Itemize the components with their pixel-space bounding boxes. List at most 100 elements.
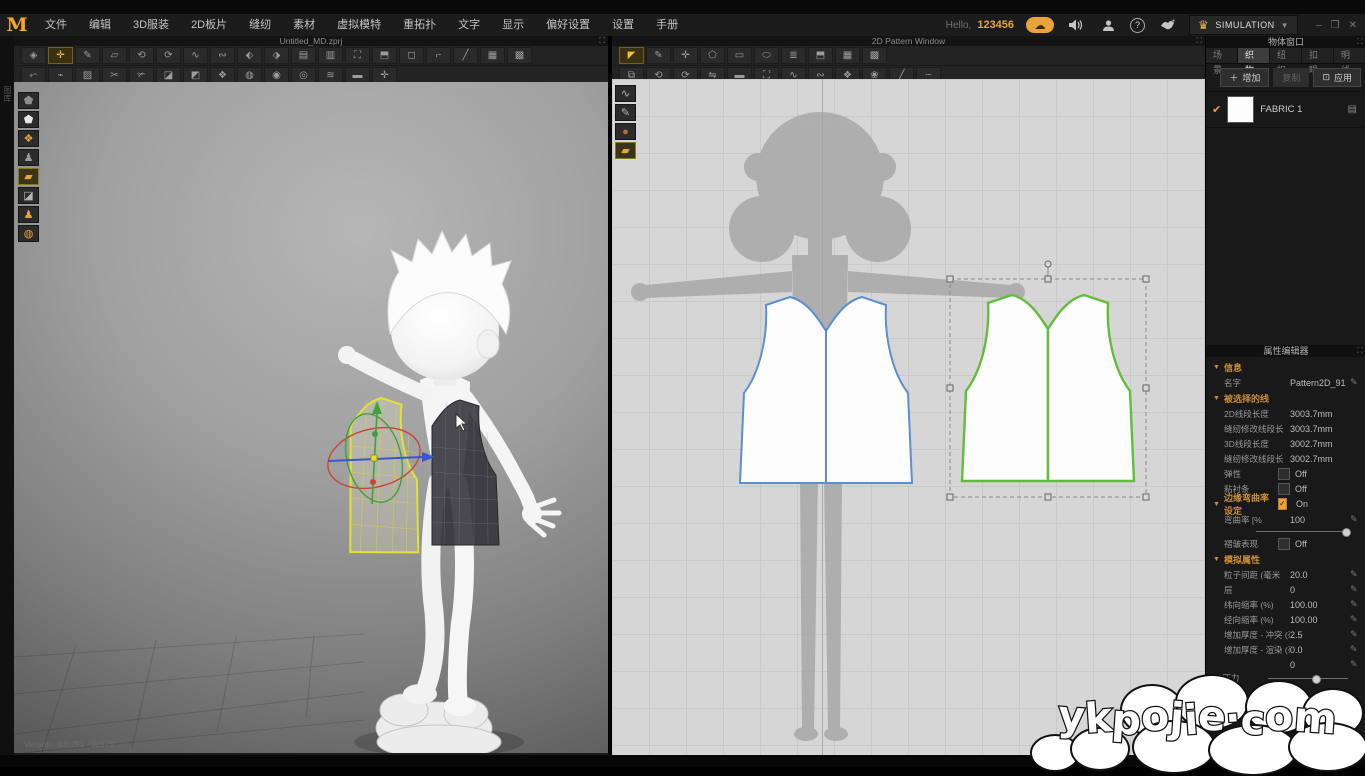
2d-edit-pattern-icon[interactable]: ✎ xyxy=(646,47,671,64)
expand-3d-icon[interactable]: ⛶ xyxy=(599,36,605,46)
3d-garment-pair-icon[interactable]: ▥ xyxy=(318,47,343,64)
copy-fabric-button[interactable]: 复制 xyxy=(1273,68,1309,87)
2d-side-fabric-box-icon[interactable]: ▰ xyxy=(615,142,636,159)
edit-pencil-icon[interactable]: ✎ xyxy=(1350,629,1365,640)
speaker-icon[interactable] xyxy=(1066,18,1086,33)
edit-pencil-icon[interactable]: ✎ xyxy=(1350,569,1365,580)
edit-pencil-icon[interactable]: ✎ xyxy=(1350,514,1365,525)
pattern-3d-selected[interactable] xyxy=(346,397,423,554)
edit-pencil-icon[interactable]: ✎ xyxy=(1350,599,1365,610)
3d-avatar-tape-icon[interactable]: ⛶ xyxy=(345,47,370,64)
object-tab-扣眼[interactable]: 扣眼 xyxy=(1302,48,1334,63)
2d-rectangle-icon[interactable]: ▭ xyxy=(727,47,752,64)
user-id[interactable]: 123456 xyxy=(977,19,1014,31)
app-logo[interactable]: M xyxy=(0,14,34,36)
library-collapsed-tab[interactable]: 图库 xyxy=(2,86,13,102)
viewport-3d[interactable]: ⬟⬟❖♟▰◪♟◍ xyxy=(14,82,608,753)
edit-pencil-icon[interactable]: ✎ xyxy=(1350,614,1365,625)
checkbox-off-icon[interactable] xyxy=(1278,483,1290,495)
checkbox-on-icon[interactable]: ✓ xyxy=(1278,498,1287,510)
2d-side-curve-tool-icon[interactable]: ∿ xyxy=(615,85,636,102)
section-header-模拟属性[interactable]: ▼模拟属性 xyxy=(1206,551,1365,567)
3d-fold-arrangement-icon[interactable]: ⬖ xyxy=(237,47,262,64)
3d-simulate-icon[interactable]: ◈ xyxy=(21,47,46,64)
menu-item-1[interactable]: 编辑 xyxy=(78,14,122,36)
edit-pencil-icon[interactable]: ✎ xyxy=(1350,644,1365,655)
menu-item-4[interactable]: 缝纫 xyxy=(238,14,282,36)
3d-select-move-gizmo-icon[interactable]: ✛ xyxy=(48,47,73,64)
2d-side-pen-tool-icon[interactable]: ✎ xyxy=(615,104,636,121)
fabric-swatch[interactable] xyxy=(1227,96,1254,123)
help-icon[interactable]: ? xyxy=(1130,18,1145,33)
cloud-icon[interactable]: ☁ xyxy=(1026,17,1054,33)
property-label: 名字 xyxy=(1224,377,1290,389)
curvature-slider[interactable] xyxy=(1256,531,1348,532)
2d-polygon-icon[interactable]: ⬠ xyxy=(700,47,725,64)
property-label: 2D线段长度 xyxy=(1224,408,1290,420)
2d-add-point-icon[interactable]: ✛ xyxy=(673,47,698,64)
restore-button[interactable]: ❐ xyxy=(1331,20,1340,31)
3d-rotate-ccw-icon[interactable]: ⟲ xyxy=(129,47,154,64)
menu-item-9[interactable]: 显示 xyxy=(491,14,535,36)
fabric-list-item[interactable]: ✔ FABRIC 1 ▤ xyxy=(1206,91,1365,128)
3d-segment-sewing-icon[interactable]: ∿ xyxy=(183,47,208,64)
checkbox-off-icon[interactable] xyxy=(1278,538,1290,550)
add-fabric-button[interactable]: ＋ 增加 xyxy=(1220,68,1269,87)
minimize-button[interactable]: – xyxy=(1316,20,1322,31)
object-tab-场景[interactable]: 场景 xyxy=(1206,48,1238,63)
apply-fabric-button[interactable]: ⊡ 应用 xyxy=(1313,68,1361,87)
object-tab-纽扣[interactable]: 纽扣 xyxy=(1270,48,1302,63)
2d-pleats-icon[interactable]: ≣ xyxy=(781,47,806,64)
fabric-grid-icon[interactable]: ▤ xyxy=(1348,104,1357,115)
edit-pencil-icon[interactable]: ✎ xyxy=(1350,377,1365,388)
2d-ellipse-icon[interactable]: ⬭ xyxy=(754,47,779,64)
checkbox-off-icon[interactable] xyxy=(1278,468,1290,480)
menu-item-11[interactable]: 设置 xyxy=(601,14,645,36)
object-tab-明线[interactable]: 明线 xyxy=(1334,48,1365,63)
3d-transform-pattern-icon[interactable]: ▱ xyxy=(102,47,127,64)
viewport-2d[interactable]: ∿ ✎ ● ▰ xyxy=(612,79,1205,755)
menu-item-8[interactable]: 文字 xyxy=(447,14,491,36)
simulation-dropdown[interactable]: ♛ SIMULATION ▼ xyxy=(1189,15,1298,35)
3d-rotate-cw-icon[interactable]: ⟳ xyxy=(156,47,181,64)
expand-property-editor-icon[interactable]: ⛶ xyxy=(1357,345,1363,357)
account-icon[interactable] xyxy=(1098,18,1118,33)
3d-wind-controller-icon[interactable]: ⬗ xyxy=(264,47,289,64)
menu-item-3[interactable]: 2D板片 xyxy=(180,14,238,36)
menu-item-6[interactable]: 虚拟模特 xyxy=(326,14,392,36)
3d-arrange-board-icon[interactable]: ▤ xyxy=(291,47,316,64)
2d-grid-small-icon[interactable]: ▦ xyxy=(835,47,860,64)
expand-object-window-icon[interactable]: ⛶ xyxy=(1357,36,1363,48)
bird-icon[interactable] xyxy=(1157,18,1177,33)
edit-pencil-icon[interactable]: ✎ xyxy=(1350,659,1365,670)
3d-pin-hook-icon[interactable]: ⌐ xyxy=(426,47,451,64)
menu-item-10[interactable]: 偏好设置 xyxy=(535,14,601,36)
section-header-边缘弯曲率设定[interactable]: ▼边缘弯曲率设定✓On xyxy=(1206,496,1365,512)
close-button[interactable]: ✕ xyxy=(1349,20,1357,31)
3d-select-mesh-icon[interactable]: ✎ xyxy=(75,47,100,64)
menu-item-5[interactable]: 素材 xyxy=(282,14,326,36)
check-state: Off xyxy=(1295,539,1350,549)
section-header-信息[interactable]: ▼信息 xyxy=(1206,359,1365,375)
pattern-2d-green-pair[interactable] xyxy=(962,295,1134,481)
edit-pencil-icon[interactable]: ✎ xyxy=(1350,584,1365,595)
3d-avatar-size-icon[interactable]: ◻ xyxy=(399,47,424,64)
section-header-被选择的线[interactable]: ▼被选择的线 xyxy=(1206,390,1365,406)
3d-avatar-show-icon[interactable]: ⬒ xyxy=(372,47,397,64)
menu-item-0[interactable]: 文件 xyxy=(34,14,78,36)
3d-free-sewing-icon[interactable]: ∾ xyxy=(210,47,235,64)
3d-grid-large-icon[interactable]: ▩ xyxy=(507,47,532,64)
object-tab-织物[interactable]: 织物 xyxy=(1238,48,1270,63)
3d-grid-small-icon[interactable]: ▦ xyxy=(480,47,505,64)
2d-side-texture-sphere-icon[interactable]: ● xyxy=(615,123,636,140)
expand-2d-icon[interactable]: ⛶ xyxy=(1196,36,1202,46)
2d-transform-pattern-icon[interactable]: ◤ xyxy=(619,47,644,64)
menu-item-12[interactable]: 手册 xyxy=(645,14,689,36)
menu-item-2[interactable]: 3D服装 xyxy=(122,14,180,36)
menu-item-7[interactable]: 重拓扑 xyxy=(392,14,447,36)
2d-show-avatar-icon[interactable]: ⬒ xyxy=(808,47,833,64)
3d-stylus-icon[interactable]: ╱ xyxy=(453,47,478,64)
2d-grid-large-icon[interactable]: ▩ xyxy=(862,47,887,64)
slider-handle[interactable] xyxy=(1342,528,1351,537)
check-icon[interactable]: ✔ xyxy=(1212,103,1221,116)
